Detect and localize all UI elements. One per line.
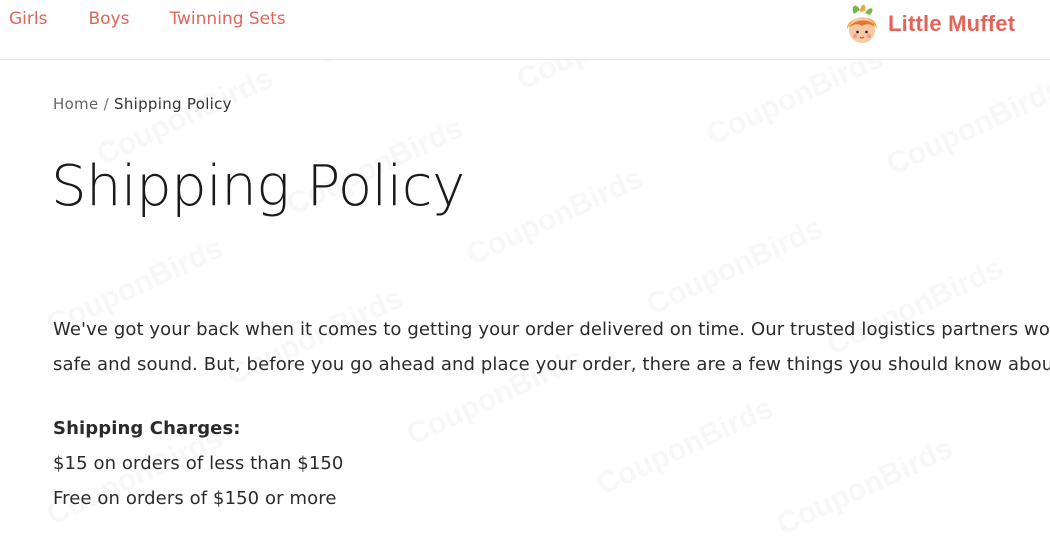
site-header: Girls Boys Twinning Sets Little Muffet bbox=[0, 0, 1050, 60]
site-logo[interactable]: Little Muffet bbox=[840, 0, 1045, 48]
breadcrumb-separator: / bbox=[103, 95, 114, 113]
logo-text: Little Muffet bbox=[888, 11, 1016, 36]
breadcrumb-home-link[interactable]: Home bbox=[53, 95, 99, 113]
watermark-text: CouponBirds bbox=[461, 161, 648, 272]
intro-paragraph: We've got your back when it comes to get… bbox=[53, 312, 1050, 382]
shipping-charges-heading: Shipping Charges: bbox=[53, 418, 241, 439]
page: CouponBirds CouponBirds CouponBirds Coup… bbox=[0, 0, 1050, 540]
muffet-girl-logo-icon bbox=[846, 4, 877, 43]
breadcrumb: Home / Shipping Policy bbox=[53, 95, 232, 113]
shipping-charge-item: Free on orders of $150 or more bbox=[53, 488, 337, 509]
breadcrumb-current: Shipping Policy bbox=[114, 95, 232, 113]
intro-line: safe and sound. But, before you go ahead… bbox=[53, 354, 1050, 375]
shipping-charge-item: $15 on orders of less than $150 bbox=[53, 453, 344, 474]
watermark-text: CouponBirds bbox=[881, 71, 1050, 182]
nav-item-twinning-sets[interactable]: Twinning Sets bbox=[169, 9, 285, 29]
page-title: Shipping Policy bbox=[51, 154, 465, 219]
nav-item-girls[interactable]: Girls bbox=[9, 9, 47, 29]
intro-line: We've got your back when it comes to get… bbox=[53, 319, 1050, 340]
main-nav: Girls Boys Twinning Sets bbox=[9, 9, 286, 29]
policy-content: We've got your back when it comes to get… bbox=[53, 312, 1050, 516]
nav-item-boys[interactable]: Boys bbox=[88, 9, 129, 29]
watermark-text: CouponBirds bbox=[641, 211, 828, 322]
